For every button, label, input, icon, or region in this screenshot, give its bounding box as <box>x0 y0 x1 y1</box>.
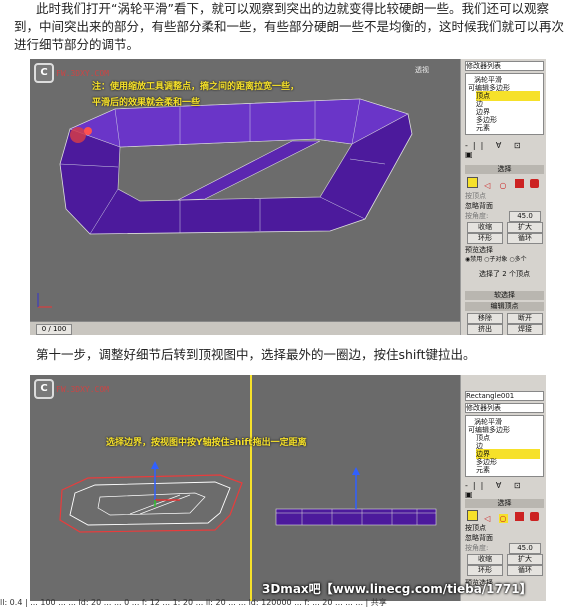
annotation-line-1: 注：使用缩放工具调整点，摘之间的距离拉宽一些， <box>92 82 300 92</box>
watermark-text: FW.3DXY.COM <box>56 69 109 78</box>
front-view-model-svg <box>275 467 437 526</box>
extrude-button[interactable]: 挤出 <box>467 324 503 335</box>
preview-options[interactable]: ◉禁用 ○子对象 ○多个 <box>465 255 544 265</box>
select-rollout-title[interactable]: 选择 <box>465 165 544 174</box>
viewport-top: C FW.3DXY.COM <box>30 375 252 601</box>
top-view-model-svg <box>59 461 243 533</box>
ring-button[interactable]: 环形 <box>467 233 503 244</box>
element-mode-icon[interactable] <box>529 179 539 188</box>
option-by-vertex[interactable]: 按顶点 <box>465 191 544 201</box>
preview-option-multi[interactable]: 多个 <box>515 256 527 263</box>
preview-option-disabled[interactable]: 禁用 <box>470 256 482 263</box>
stack-item-element[interactable]: 元素 <box>476 123 540 133</box>
page-footer: ll: 0.4 | ... 100 ... ... ld: 20 ... ...… <box>0 598 387 607</box>
modifier-list-dropdown[interactable]: 修改器列表 <box>465 61 544 71</box>
paragraph-intro: 此时我们打开“涡轮平滑”看下，就可以观察到突出的边就变得比较硬朗一些。我们还可以… <box>14 1 565 52</box>
break-button[interactable]: 断开 <box>507 313 543 324</box>
paragraph-step-eleven: 第十一步，调整好细节后转到顶视图中，选择最外的一圈边，按住shift键拉出。 <box>36 347 476 362</box>
selection-status: 选择了 2 个顶点 <box>479 270 530 278</box>
loop-button-2[interactable]: 循环 <box>507 565 543 576</box>
site-logo-icon-2: C <box>34 379 54 399</box>
grow-button-2[interactable]: 扩大 <box>507 554 543 565</box>
shrink-button[interactable]: 收缩 <box>467 222 503 233</box>
weld-button[interactable]: 焊接 <box>507 324 543 335</box>
option-ignore-backfacing[interactable]: 忽略背面 <box>465 201 544 211</box>
vertex-mode-icon[interactable] <box>467 177 478 188</box>
subobject-icons-2[interactable]: ◁ ○ <box>467 510 543 523</box>
screenshot-perspective-view: C FW.3DXY.COM 注：使用缩放工具调整点，摘之间的距离拉宽一些， 平滑… <box>30 59 546 335</box>
edge-mode-icon-2[interactable]: ◁ <box>484 514 493 523</box>
stack-item-element-2[interactable]: 元素 <box>476 465 540 475</box>
modifier-stack-2: 涡轮平滑 可编辑多边形 顶点 边 边界 多边形 元素 <box>465 415 544 477</box>
border-mode-icon[interactable]: ○ <box>499 181 508 190</box>
annotation-step-eleven: 选择边界，按视图中按Y轴按住shift拖出一定距离 <box>106 438 307 448</box>
ring-button-2[interactable]: 环形 <box>467 565 503 576</box>
screenshot-top-view: C FW.3DXY.COM 选择边界，按视图中按Y轴按住shift拖出一定距离 … <box>30 375 546 601</box>
loop-button[interactable]: 循环 <box>507 233 543 244</box>
remove-button[interactable]: 移除 <box>467 313 503 324</box>
command-panel: 修改器列表 涡轮平滑 可编辑多边形 顶点 边 边界 多边形 元素 -|| ∀ ⊡… <box>460 59 546 335</box>
soft-selection-rollout[interactable]: 软选择 <box>465 291 544 300</box>
preview-selection-title: 预览选择 <box>465 246 493 254</box>
modifier-list-dropdown-2[interactable]: 修改器列表 <box>465 403 544 413</box>
site-logo-icon: C <box>34 63 54 83</box>
edge-mode-icon[interactable]: ◁ <box>484 181 493 190</box>
viewport-perspective: C FW.3DXY.COM 注：使用缩放工具调整点，摘之间的距离拉宽一些， 平滑… <box>30 59 460 321</box>
edit-vertices-rollout[interactable]: 编辑顶点 <box>465 302 544 311</box>
command-panel-2: Rectangle001 修改器列表 涡轮平滑 可编辑多边形 顶点 边 边界 多… <box>460 375 546 601</box>
option-ignore-backfacing-2[interactable]: 忽略背面 <box>465 533 544 543</box>
subobject-icons[interactable]: ◁ ○ <box>467 177 543 190</box>
annotation-line-2: 平滑后的效果就会柔和一些 <box>92 98 201 108</box>
stack-tools-icons[interactable]: -|| ∀ ⊡ ▣ <box>465 141 543 159</box>
angle-spinner[interactable]: 45.0 <box>509 211 541 222</box>
select-rollout-title-2[interactable]: 选择 <box>465 499 544 508</box>
stack-tools-icons-2[interactable]: -|| ∀ ⊡ ▣ <box>465 481 543 499</box>
option-by-vertex-2[interactable]: 按顶点 <box>465 523 544 533</box>
option-by-angle-2[interactable]: 按角度: <box>465 543 505 553</box>
shrink-button-2[interactable]: 收缩 <box>467 554 503 565</box>
forum-banner: 3Dmax吧【www.linecg.com/tieba/1771】 <box>262 582 532 596</box>
option-by-angle[interactable]: 按角度: <box>465 211 505 221</box>
viewport-front <box>252 375 460 601</box>
viewport-label: 透视 <box>415 66 429 74</box>
watermark-text-2: FW.3DXY.COM <box>56 385 109 394</box>
timeline-bar[interactable]: 0 / 100 <box>30 321 460 335</box>
preview-option-subobject[interactable]: 子对象 <box>489 256 507 263</box>
object-name-field[interactable]: Rectangle001 <box>465 391 544 401</box>
polygon-mode-icon[interactable] <box>514 179 524 188</box>
timeline-slider[interactable]: 0 / 100 <box>36 324 72 335</box>
border-mode-icon-2[interactable]: ○ <box>499 514 509 523</box>
polygon-mode-icon-2[interactable] <box>514 512 524 521</box>
element-mode-icon-2[interactable] <box>529 512 539 521</box>
vertex-mode-icon-2[interactable] <box>467 510 478 521</box>
grow-button[interactable]: 扩大 <box>507 222 543 233</box>
modifier-stack: 涡轮平滑 可编辑多边形 顶点 边 边界 多边形 元素 <box>465 73 544 135</box>
angle-spinner-2[interactable]: 45.0 <box>509 543 541 554</box>
